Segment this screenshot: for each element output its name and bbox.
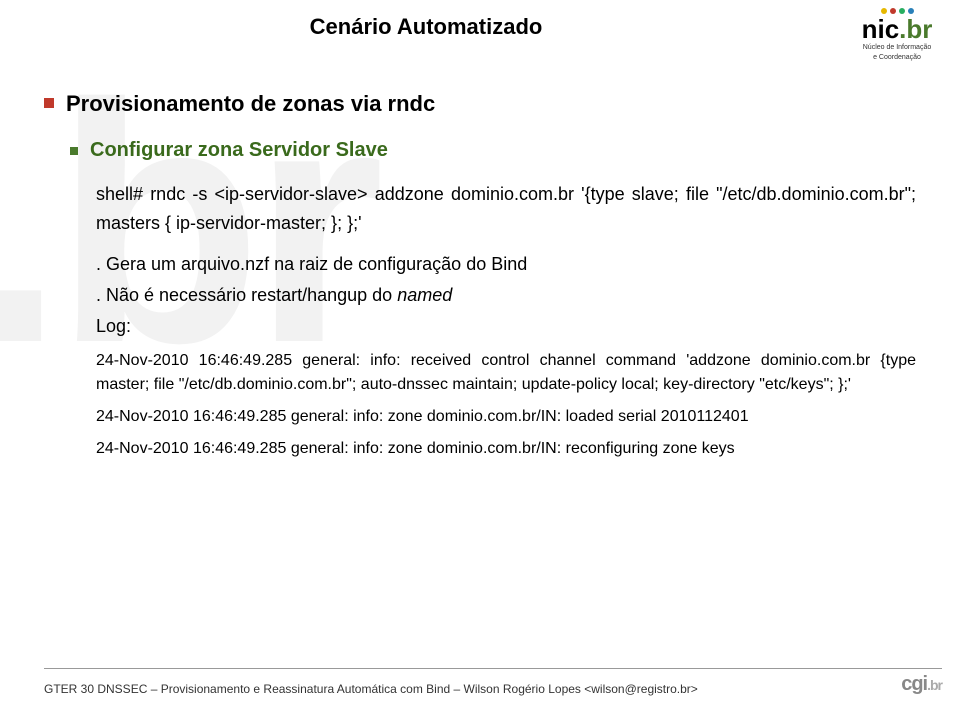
bullet-2-text: Configurar zona Servidor Slave bbox=[90, 139, 388, 162]
log-label: Log: bbox=[96, 316, 916, 337]
cgi-logo-suffix: .br bbox=[927, 677, 942, 693]
cgi-logo: cgi.br bbox=[901, 673, 942, 696]
shell-command: shell# rndc -s <ip-servidor-slave> addzo… bbox=[96, 180, 916, 238]
nic-logo-sub1: Núcleo de Informação bbox=[852, 44, 942, 52]
note-2-text: . Não é necessário restart/hangup do bbox=[96, 285, 397, 305]
bullet-icon bbox=[44, 98, 54, 108]
footer-text: GTER 30 DNSSEC – Provisionamento e Reass… bbox=[44, 682, 698, 696]
note-1: . Gera um arquivo.nzf na raiz de configu… bbox=[96, 254, 916, 275]
nic-logo-sub2: e Coordenação bbox=[852, 54, 942, 62]
note-2: . Não é necessário restart/hangup do nam… bbox=[96, 285, 916, 306]
log-entry-3: 24-Nov-2010 16:46:49.285 general: info: … bbox=[96, 437, 916, 461]
nic-logo: nic.br Núcleo de Informação e Coordenaçã… bbox=[852, 8, 942, 61]
slide-title: Cenário Automatizado bbox=[0, 8, 852, 40]
bullet-level-2: Configurar zona Servidor Slave bbox=[70, 139, 916, 162]
slide-header: Cenário Automatizado nic.br Núcleo de In… bbox=[0, 0, 960, 61]
bullet-icon bbox=[70, 147, 78, 155]
log-entry-1: 24-Nov-2010 16:46:49.285 general: info: … bbox=[96, 349, 916, 397]
cgi-logo-main: cgi bbox=[901, 673, 927, 695]
bullet-1-text: Provisionamento de zonas via rndc bbox=[66, 91, 435, 117]
slide-content: Provisionamento de zonas via rndc Config… bbox=[0, 61, 960, 461]
log-entry-2: 24-Nov-2010 16:46:49.285 general: info: … bbox=[96, 405, 916, 429]
bullet-level-1: Provisionamento de zonas via rndc bbox=[44, 91, 916, 117]
note-2-em: named bbox=[397, 285, 452, 305]
nic-logo-text: nic.br bbox=[852, 16, 942, 42]
slide-footer: GTER 30 DNSSEC – Provisionamento e Reass… bbox=[44, 668, 942, 696]
